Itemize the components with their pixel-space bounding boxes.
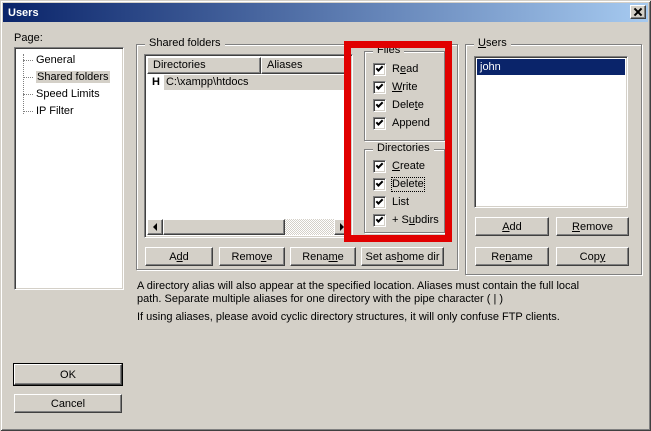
shared-remove-button[interactable]: Remove [219,247,285,266]
column-header-directories[interactable]: Directories [147,57,261,74]
users-copy-button[interactable]: Copy [556,247,629,266]
users-list: john [474,56,628,208]
column-header-aliases[interactable]: Aliases [261,57,350,74]
page-item-ip-filter[interactable]: IP Filter [15,103,123,120]
shared-add-button[interactable]: Add [145,247,213,266]
users-rename-button[interactable]: Rename [475,247,549,266]
users-group: Users john Add Remove Rename Copy [465,44,642,275]
page-list: General Shared folders Speed Limits IP F… [14,47,124,290]
shared-folders-group-label: Shared folders [145,37,225,50]
alias-help-text: A directory alias will also appear at th… [137,280,642,324]
page-item-speed-limits[interactable]: Speed Limits [15,86,123,103]
page-item-general[interactable]: General [15,52,123,69]
ok-button[interactable]: OK [14,364,122,385]
scroll-left-icon [149,223,157,231]
users-group-label: Users [474,37,511,50]
title-bar[interactable]: Users [3,3,648,22]
close-icon [634,8,642,16]
users-add-button[interactable]: Add [475,217,549,236]
horizontal-scrollbar[interactable] [147,219,350,235]
directory-row[interactable]: H C:\xampp\htdocs [147,74,350,90]
home-flag: H [147,76,164,88]
alias-help-line1: A directory alias will also appear at th… [137,280,642,293]
alias-help-line2: path. Separate multiple aliases for one … [137,293,642,306]
users-remove-button[interactable]: Remove [556,217,629,236]
annotation-red-box [344,41,452,242]
set-as-home-dir-button[interactable]: Set as home dir [361,247,444,266]
users-dialog: Users Page: General Shared folders Speed… [0,0,651,431]
scrollbar-track[interactable] [285,219,334,235]
shared-rename-button[interactable]: Rename [290,247,356,266]
user-row-john[interactable]: john [477,59,625,75]
window-title: Users [8,7,39,19]
scroll-left-button[interactable] [147,219,163,235]
page-label: Page: [14,32,43,44]
cancel-button[interactable]: Cancel [14,394,122,413]
alias-help-line3: If using aliases, please avoid cyclic di… [137,311,642,324]
scrollbar-thumb[interactable] [163,219,285,235]
page-item-shared-folders[interactable]: Shared folders [15,69,123,86]
close-button[interactable] [630,5,646,19]
directory-path: C:\xampp\htdocs [164,75,350,90]
directories-list: Directories Aliases H C:\xampp\htdocs [144,54,353,238]
